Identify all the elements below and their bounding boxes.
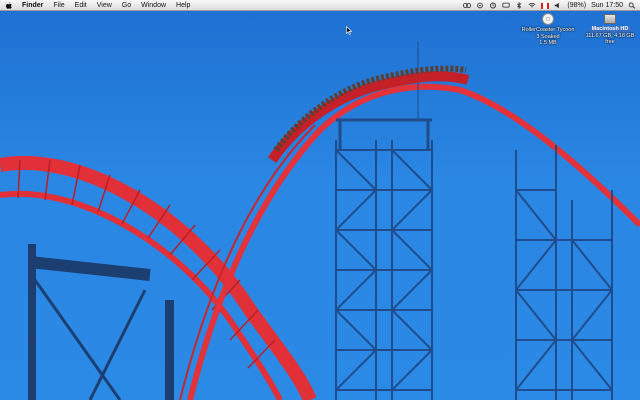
menu-file[interactable]: File	[48, 0, 69, 11]
desktop[interactable]: Finder File Edit View Go Window Help (98…	[0, 0, 640, 400]
app-menu-finder[interactable]: Finder	[17, 0, 48, 11]
bluetooth-icon[interactable]	[515, 2, 523, 9]
roller-coaster-wallpaper	[0, 42, 640, 400]
wifi-icon[interactable]	[528, 2, 536, 9]
disk-image-icon	[542, 13, 554, 25]
menu-window[interactable]: Window	[136, 0, 171, 11]
sync-icon[interactable]	[476, 2, 484, 9]
menu-bar: Finder File Edit View Go Window Help (98…	[0, 0, 640, 11]
menubar-clock[interactable]: Sun 17:50	[591, 2, 623, 9]
desktop-icon-title: RollerCoaster Tycoon	[521, 27, 575, 33]
desktop-icon-macintosh-hd[interactable]: Macintosh HD 111.67 GB, 4.18 GB free	[582, 13, 638, 46]
volume-icon[interactable]	[554, 2, 562, 9]
menu-view[interactable]: View	[92, 0, 117, 11]
menu-help[interactable]: Help	[171, 0, 195, 11]
menu-go[interactable]: Go	[117, 0, 136, 11]
cs-icon[interactable]	[463, 2, 472, 9]
desktop-icon-title: Macintosh HD	[588, 26, 632, 33]
desktop-icon-disk-image[interactable]: RollerCoaster Tycoon 3 Soaked 1.5 MB	[520, 13, 576, 47]
menu-edit[interactable]: Edit	[70, 0, 92, 11]
input-menu-canada-flag-icon[interactable]	[541, 2, 550, 9]
time-machine-icon[interactable]	[489, 2, 497, 9]
desktop-icon-size: 1.5 MB	[539, 40, 557, 46]
spotlight-search-icon[interactable]	[628, 2, 636, 9]
display-mirroring-icon[interactable]	[502, 2, 510, 9]
mouse-cursor-icon	[346, 26, 353, 35]
hard-drive-icon	[604, 14, 616, 24]
battery-status[interactable]: (98%)	[567, 2, 586, 9]
desktop-icon-subtitle: 111.67 GB, 4.18 GB free	[585, 32, 635, 46]
apple-menu-icon[interactable]	[6, 1, 12, 9]
